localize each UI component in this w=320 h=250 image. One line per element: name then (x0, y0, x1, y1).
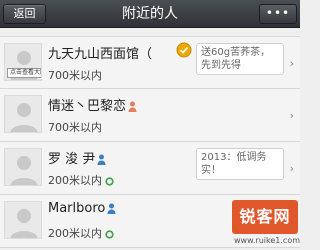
chevron-right-icon: › (289, 109, 294, 122)
chevron-right-icon: › (289, 162, 294, 175)
distance-text: 200米以内 (48, 174, 102, 187)
avatar-enlarge-hint: 点击查看大图 (7, 68, 41, 78)
distance-label: 200米以内 (48, 172, 114, 188)
status-bubble: 送60g苦荞茶，先到先得 (196, 43, 284, 75)
list-item[interactable]: 罗 浚 尹 200米以内 2013：低调务实！ › (0, 142, 300, 195)
person-name: 九天九山西面馆（ (48, 47, 153, 62)
location-ring-icon (105, 176, 114, 186)
distance-text: 200米以内 (48, 227, 102, 240)
person-name-row: Marlboro (48, 201, 116, 216)
more-menu-button[interactable]: ••• (259, 4, 297, 24)
default-avatar-icon (10, 209, 38, 238)
person-name: 情迷丶巴黎恋 (48, 99, 127, 114)
person-name: 罗 浚 尹 (48, 152, 96, 167)
avatar[interactable] (4, 201, 42, 239)
male-gender-icon (107, 203, 116, 214)
verified-check-icon (176, 42, 192, 58)
distance-text: 700米以内 (48, 69, 102, 82)
person-name-row: 罗 浚 尹 (48, 148, 106, 167)
location-ring-icon (105, 229, 114, 239)
avatar[interactable] (4, 95, 42, 133)
status-bubble: 2013：低调务实！ (196, 148, 284, 180)
default-avatar-icon (10, 156, 38, 185)
female-gender-icon (128, 101, 137, 112)
avatar[interactable]: 点击查看大图 (4, 43, 42, 81)
male-gender-icon (97, 154, 106, 165)
watermark-logo: 锐客网 (232, 200, 298, 234)
person-name-row: 情迷丶巴黎恋 (48, 95, 137, 114)
chevron-right-icon: › (289, 57, 294, 70)
distance-label: 200米以内 (48, 225, 114, 241)
back-button[interactable]: 返回 (3, 4, 46, 24)
person-name: Marlboro (48, 201, 106, 216)
avatar[interactable] (4, 148, 42, 186)
distance-label: 700米以内 (48, 119, 102, 135)
list-item[interactable]: 点击查看大图 九天九山西面馆（ 700米以内 送60g苦荞茶，先到先得 › (0, 36, 300, 89)
distance-label: 700米以内 (48, 67, 102, 83)
list-item[interactable]: 情迷丶巴黎恋 700米以内 › (0, 89, 300, 142)
default-avatar-icon (10, 103, 38, 132)
watermark-url: www.ruike1.com (234, 236, 301, 245)
distance-text: 700米以内 (48, 121, 102, 134)
title-bar: 返回 附近的人 ••• (0, 0, 300, 28)
